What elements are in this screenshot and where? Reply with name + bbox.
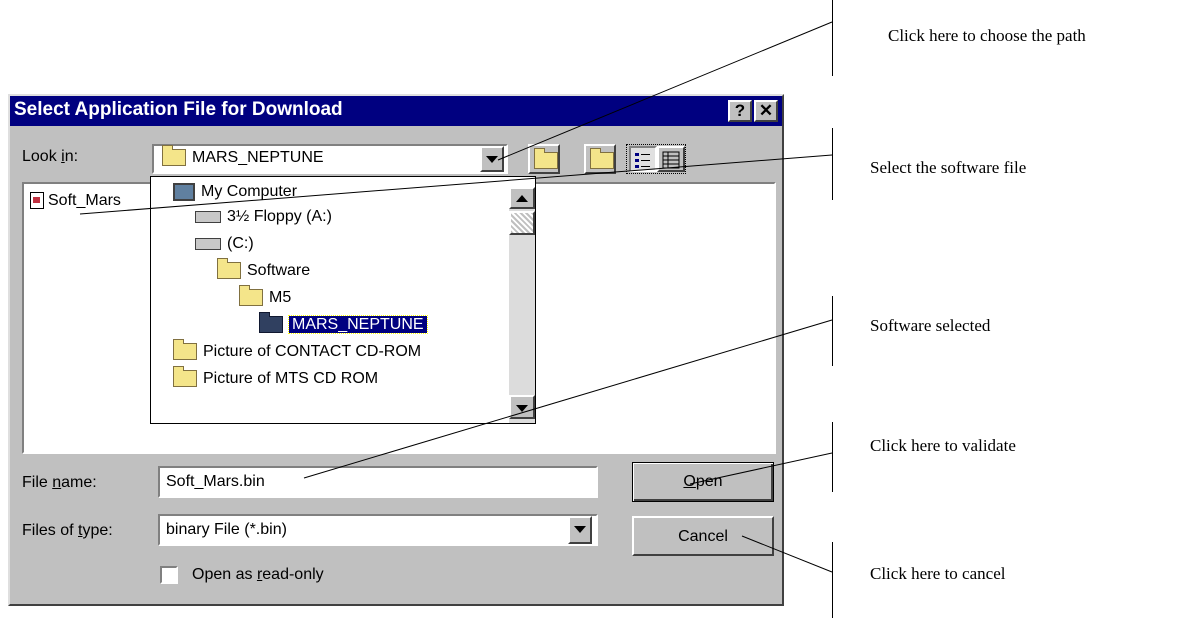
- annotation-validate: Click here to validate: [870, 436, 1016, 455]
- file-item-name: Soft_Mars: [48, 192, 121, 209]
- folder-icon: [173, 339, 197, 361]
- details-view-button[interactable]: [657, 146, 685, 172]
- create-new-folder-button[interactable]: [584, 144, 616, 174]
- file-name-label: File name:: [22, 474, 97, 491]
- scroll-down-button[interactable]: [509, 395, 535, 419]
- chevron-down-icon: [574, 526, 586, 533]
- annotation-software-selected: Software selected: [870, 316, 991, 335]
- files-of-type-value: binary File (*.bin): [166, 521, 287, 538]
- list-item[interactable]: Soft_Mars: [30, 192, 121, 210]
- look-in-value: MARS_NEPTUNE: [192, 149, 324, 166]
- folder-icon: [173, 366, 197, 388]
- folder-icon: [217, 258, 241, 280]
- details-view-icon: [662, 151, 680, 169]
- hard-drive-icon: [195, 237, 221, 250]
- chevron-up-icon: [516, 195, 528, 202]
- computer-icon: [173, 182, 195, 201]
- folder-icon: [162, 145, 186, 167]
- scroll-thumb[interactable]: [509, 211, 535, 235]
- tree-item-mts-cd[interactable]: Picture of MTS CD ROM: [173, 366, 378, 392]
- up-folder-icon: [534, 148, 558, 169]
- list-view-button[interactable]: [629, 146, 657, 172]
- divider: [832, 296, 833, 366]
- divider: [832, 422, 833, 492]
- divider: [832, 542, 833, 618]
- tree-item-my-computer[interactable]: My Computer: [173, 179, 297, 205]
- open-button[interactable]: Open: [632, 462, 774, 502]
- list-view-icon: [635, 153, 650, 168]
- up-one-level-button[interactable]: [528, 144, 560, 174]
- read-only-checkbox[interactable]: [160, 566, 178, 584]
- files-of-type-label: Files of type:: [22, 522, 113, 539]
- look-in-dropdown-button[interactable]: [480, 146, 504, 172]
- folder-icon: [239, 285, 263, 307]
- help-button[interactable]: ?: [728, 100, 752, 122]
- chevron-down-icon: [516, 405, 528, 412]
- files-of-type-combobox[interactable]: binary File (*.bin): [158, 514, 598, 546]
- files-of-type-dropdown-button[interactable]: [568, 516, 592, 544]
- tree-item-mars-neptune[interactable]: MARS_NEPTUNE: [259, 312, 428, 338]
- cancel-button[interactable]: Cancel: [632, 516, 774, 556]
- look-in-label: Look in:: [22, 148, 79, 165]
- floppy-drive-icon: [195, 210, 221, 223]
- bin-file-icon: [30, 192, 44, 210]
- view-toggle-group: [626, 144, 686, 174]
- read-only-label: Open as read-only: [192, 566, 324, 583]
- new-folder-icon: [590, 148, 614, 169]
- annotation-choose-path: Click here to choose the path: [888, 26, 1086, 45]
- tree-item-contact-cd[interactable]: Picture of CONTACT CD-ROM: [173, 339, 421, 365]
- open-folder-icon: [259, 312, 283, 334]
- chevron-down-icon: [486, 156, 498, 163]
- dialog-title: Select Application File for Download: [14, 99, 343, 120]
- close-button[interactable]: ✕: [754, 100, 778, 122]
- title-bar: Select Application File for Download ? ✕: [10, 96, 782, 126]
- look-in-dropdown-list: My Computer 3½ Floppy (A:) (C:) Software…: [150, 176, 536, 424]
- annotation-select-file: Select the software file: [870, 158, 1027, 177]
- tree-item-m5[interactable]: M5: [239, 285, 291, 311]
- scroll-up-button[interactable]: [509, 187, 535, 209]
- file-name-field[interactable]: Soft_Mars.bin: [158, 466, 598, 498]
- tree-item-c-drive[interactable]: (C:): [195, 231, 254, 257]
- scrollbar[interactable]: [509, 187, 535, 423]
- look-in-combobox[interactable]: MARS_NEPTUNE: [152, 144, 508, 174]
- divider: [832, 128, 833, 200]
- tree-item-software[interactable]: Software: [217, 258, 310, 284]
- annotation-cancel: Click here to cancel: [870, 564, 1006, 583]
- divider: [832, 0, 833, 76]
- tree-item-floppy[interactable]: 3½ Floppy (A:): [195, 204, 332, 230]
- file-name-value: Soft_Mars.bin: [166, 473, 265, 490]
